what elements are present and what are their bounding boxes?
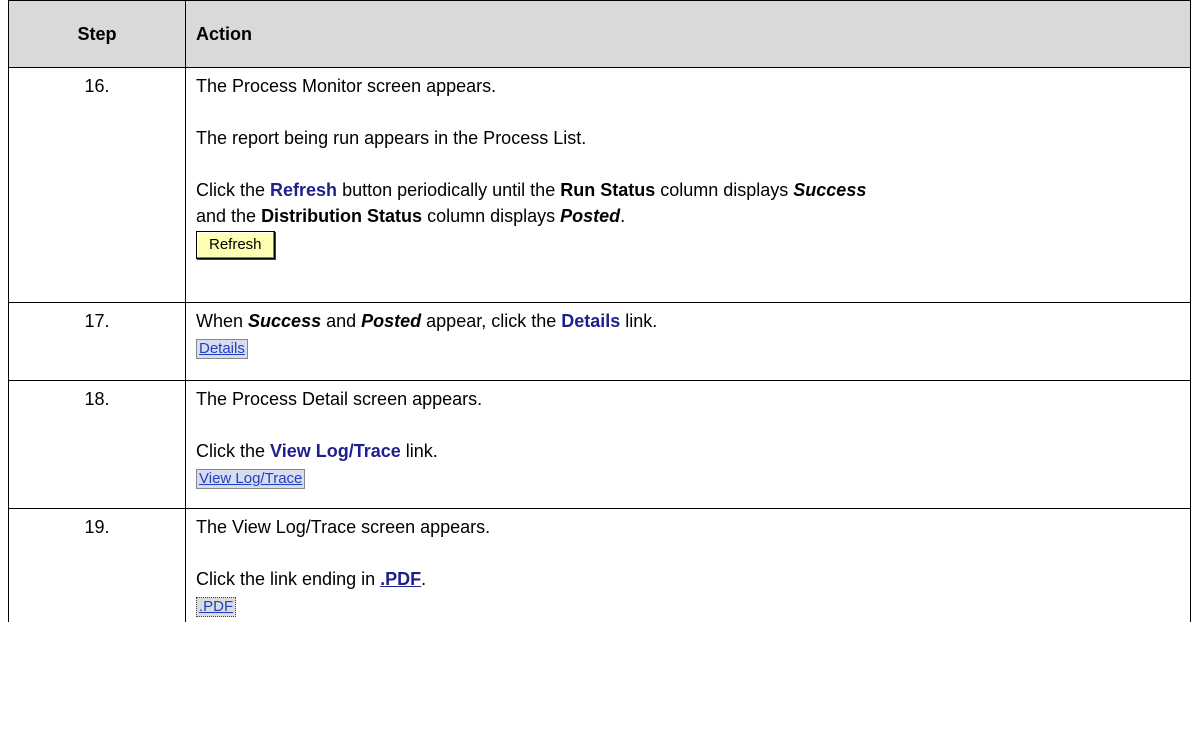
refresh-button[interactable]: Refresh (196, 231, 275, 259)
action-text: The report being run appears in the Proc… (196, 128, 587, 148)
step-number: 19. (8, 508, 186, 622)
table-row: 16. The Process Monitor screen appears. … (8, 67, 1191, 303)
table-row: 17. When Success and Posted appear, clic… (8, 302, 1191, 381)
keyword-success: Success (793, 180, 867, 200)
action-cell: The Process Detail screen appears. Click… (185, 380, 1191, 509)
action-text: Click the Refresh button periodically un… (196, 180, 867, 200)
action-text: and the Distribution Status column displ… (196, 206, 626, 226)
action-column-header: Action (185, 0, 1191, 68)
keyword-distribution-status: Distribution Status (261, 206, 423, 226)
keyword-posted: Posted (361, 311, 422, 331)
pdf-link[interactable]: .PDF (196, 597, 237, 617)
action-text: Click the link ending in .PDF. (196, 569, 427, 589)
action-text: The Process Detail screen appears. (196, 389, 483, 409)
view-log-trace-link[interactable]: View Log/Trace (196, 469, 306, 489)
action-text: The View Log/Trace screen appears. (196, 517, 491, 537)
keyword-run-status: Run Status (560, 180, 656, 200)
step-number: 18. (8, 380, 186, 509)
keyword-details: Details (561, 311, 621, 331)
keyword-view-log-trace: View Log/Trace (270, 441, 401, 461)
keyword-success: Success (248, 311, 322, 331)
table-row: 19. The View Log/Trace screen appears. C… (8, 508, 1191, 622)
table-header-row: Step Action (8, 0, 1191, 68)
action-text: Click the View Log/Trace link. (196, 441, 438, 461)
action-cell: When Success and Posted appear, click th… (185, 302, 1191, 381)
details-link[interactable]: Details (196, 339, 248, 359)
keyword-pdf: .PDF (380, 569, 422, 589)
step-number: 17. (8, 302, 186, 381)
keyword-posted: Posted (560, 206, 621, 226)
action-text: The Process Monitor screen appears. (196, 76, 497, 96)
table-row: 18. The Process Detail screen appears. C… (8, 380, 1191, 509)
step-column-header: Step (8, 0, 186, 68)
action-cell: The Process Monitor screen appears. The … (185, 67, 1191, 303)
step-number: 16. (8, 67, 186, 303)
keyword-refresh: Refresh (270, 180, 338, 200)
action-text: When Success and Posted appear, click th… (196, 311, 658, 331)
action-cell: The View Log/Trace screen appears. Click… (185, 508, 1191, 622)
procedure-table: Step Action 16. The Process Monitor scre… (8, 0, 1191, 622)
